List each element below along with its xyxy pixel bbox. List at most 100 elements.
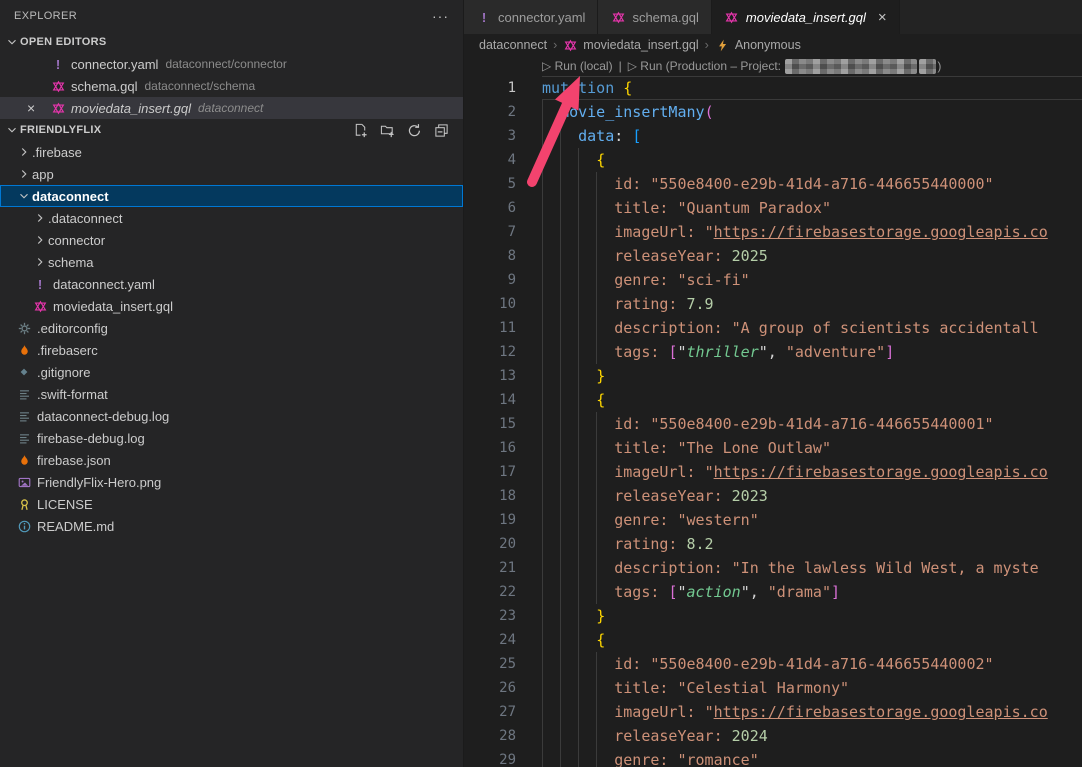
chevron-right-icon[interactable] [16,144,32,160]
code-line-23[interactable]: 23 } [464,604,1082,628]
code-line-14[interactable]: 14 { [464,388,1082,412]
collapse-folders-icon[interactable] [433,122,449,138]
code-line-6[interactable]: 6 title: "Quantum Paradox" [464,196,1082,220]
more-actions-icon[interactable]: ··· [432,8,449,24]
tab-moviedata_insert.gql[interactable]: moviedata_insert.gql× [712,0,900,34]
line-number: 7 [464,220,516,244]
tree-file-firebase-debug.log[interactable]: firebase-debug.log [0,427,463,449]
indent-guide [560,244,561,268]
project-section-header[interactable]: FRIENDLYFLIX [0,119,463,141]
tree-file-dataconnect-debug.log[interactable]: dataconnect-debug.log [0,405,463,427]
tab-schema.gql[interactable]: schema.gql [598,0,711,34]
open-editor-item-schema.gql[interactable]: schema.gqldataconnect/schema [0,75,463,97]
tree-file-.swift-format[interactable]: .swift-format [0,383,463,405]
code-line-29[interactable]: 29 genre: "romance" [464,748,1082,767]
code-line-3[interactable]: 3 data: [ [464,124,1082,148]
line-number: 29 [464,748,516,767]
line-number: 26 [464,676,516,700]
breadcrumb-item-dataconnect[interactable]: dataconnect [479,38,547,52]
code-line-9[interactable]: 9 genre: "sci-fi" [464,268,1082,292]
code-editor[interactable]: ▷ Run (local) | ▷ Run (Production – Proj… [464,56,1082,767]
new-file-icon[interactable] [352,122,368,138]
tree-file-firebase.json[interactable]: firebase.json [0,449,463,471]
tree-folder-connector[interactable]: connector [0,229,463,251]
item-label: .firebase [32,145,82,160]
code-line-7[interactable]: 7 imageUrl: "https://firebasestorage.goo… [464,220,1082,244]
git-icon [16,364,32,380]
refresh-explorer-icon[interactable] [406,122,422,138]
code-line-13[interactable]: 13 } [464,364,1082,388]
tree-file-FriendlyFlix-Hero.png[interactable]: FriendlyFlix-Hero.png [0,471,463,493]
code-line-21[interactable]: 21 description: "In the lawless Wild Wes… [464,556,1082,580]
tree-folder-.firebase[interactable]: .firebase [0,141,463,163]
indent-guide [560,628,561,652]
code-line-12[interactable]: 12 tags: ["thriller", "adventure"] [464,340,1082,364]
code-line-8[interactable]: 8 releaseYear: 2025 [464,244,1082,268]
code-line-2[interactable]: 2 movie_insertMany( [464,100,1082,124]
breadcrumb-item-moviedata_insert.gql[interactable]: moviedata_insert.gql [563,38,698,53]
tree-folder-.dataconnect[interactable]: .dataconnect [0,207,463,229]
code-line-19[interactable]: 19 genre: "western" [464,508,1082,532]
code-line-26[interactable]: 26 title: "Celestial Harmony" [464,676,1082,700]
code-line-10[interactable]: 10 rating: 7.9 [464,292,1082,316]
graphql-icon [50,78,66,94]
chevron-down-icon[interactable] [4,122,20,138]
run-local-link[interactable]: ▷ Run (local) [542,56,613,76]
code-text: } [516,604,1082,628]
item-label: dataconnect.yaml [53,277,155,292]
tab-connector.yaml[interactable]: !connector.yaml [464,0,598,34]
indent-guide [578,172,579,196]
code-text: data: [ [516,124,1082,148]
tree-folder-schema[interactable]: schema [0,251,463,273]
image-icon [16,474,32,490]
indent-guide [542,700,543,724]
item-label: dataconnect-debug.log [37,409,169,424]
code-line-17[interactable]: 17 imageUrl: "https://firebasestorage.go… [464,460,1082,484]
code-line-22[interactable]: 22 tags: ["action", "drama"] [464,580,1082,604]
chevron-down-icon[interactable] [16,188,32,204]
indent-guide [578,292,579,316]
chevron-right-icon[interactable] [16,166,32,182]
item-label: dataconnect [32,189,109,204]
graphql-icon [50,100,66,116]
tree-folder-dataconnect[interactable]: dataconnect [0,185,463,207]
open-editor-item-connector.yaml[interactable]: !connector.yamldataconnect/connector [0,53,463,75]
code-line-24[interactable]: 24 { [464,628,1082,652]
code-line-11[interactable]: 11 description: "A group of scientists a… [464,316,1082,340]
tree-file-README.md[interactable]: README.md [0,515,463,537]
code-text: title: "The Lone Outlaw" [516,436,1082,460]
chevron-right-icon[interactable] [32,232,48,248]
code-line-4[interactable]: 4 { [464,148,1082,172]
open-editors-header[interactable]: OPEN EDITORS [0,31,463,53]
tree-file-dataconnect.yaml[interactable]: !dataconnect.yaml [0,273,463,295]
indent-guide [542,124,543,148]
code-line-18[interactable]: 18 releaseYear: 2023 [464,484,1082,508]
code-line-28[interactable]: 28 releaseYear: 2024 [464,724,1082,748]
indent-guide [542,268,543,292]
graphql-icon [563,38,578,53]
close-icon[interactable]: × [27,100,35,116]
chevron-down-icon[interactable] [4,34,20,50]
code-line-5[interactable]: 5 id: "550e8400-e29b-41d4-a716-446655440… [464,172,1082,196]
code-line-25[interactable]: 25 id: "550e8400-e29b-41d4-a716-44665544… [464,652,1082,676]
tree-file-.editorconfig[interactable]: .editorconfig [0,317,463,339]
tree-folder-app[interactable]: app [0,163,463,185]
code-line-27[interactable]: 27 imageUrl: "https://firebasestorage.go… [464,700,1082,724]
tree-file-.firebaserc[interactable]: .firebaserc [0,339,463,361]
close-icon[interactable]: × [878,10,887,25]
chevron-right-icon[interactable] [32,210,48,226]
chevron-right-icon[interactable] [32,254,48,270]
run-production-link[interactable]: ▷ Run (Production – Project: ) [628,56,942,76]
code-line-1[interactable]: 1mutation { [464,76,1082,100]
breadcrumb-item-Anonymous[interactable]: Anonymous [715,38,801,53]
tree-file-LICENSE[interactable]: LICENSE [0,493,463,515]
code-line-15[interactable]: 15 id: "550e8400-e29b-41d4-a716-44665544… [464,412,1082,436]
new-folder-icon[interactable] [379,122,395,138]
graphql-icon [32,298,48,314]
code-line-20[interactable]: 20 rating: 8.2 [464,532,1082,556]
tree-file-.gitignore[interactable]: .gitignore [0,361,463,383]
open-editor-item-moviedata_insert.gql[interactable]: ×moviedata_insert.gqldataconnect [0,97,463,119]
yaml-warning-icon: ! [476,9,492,25]
code-line-16[interactable]: 16 title: "The Lone Outlaw" [464,436,1082,460]
tree-file-moviedata_insert.gql[interactable]: moviedata_insert.gql [0,295,463,317]
